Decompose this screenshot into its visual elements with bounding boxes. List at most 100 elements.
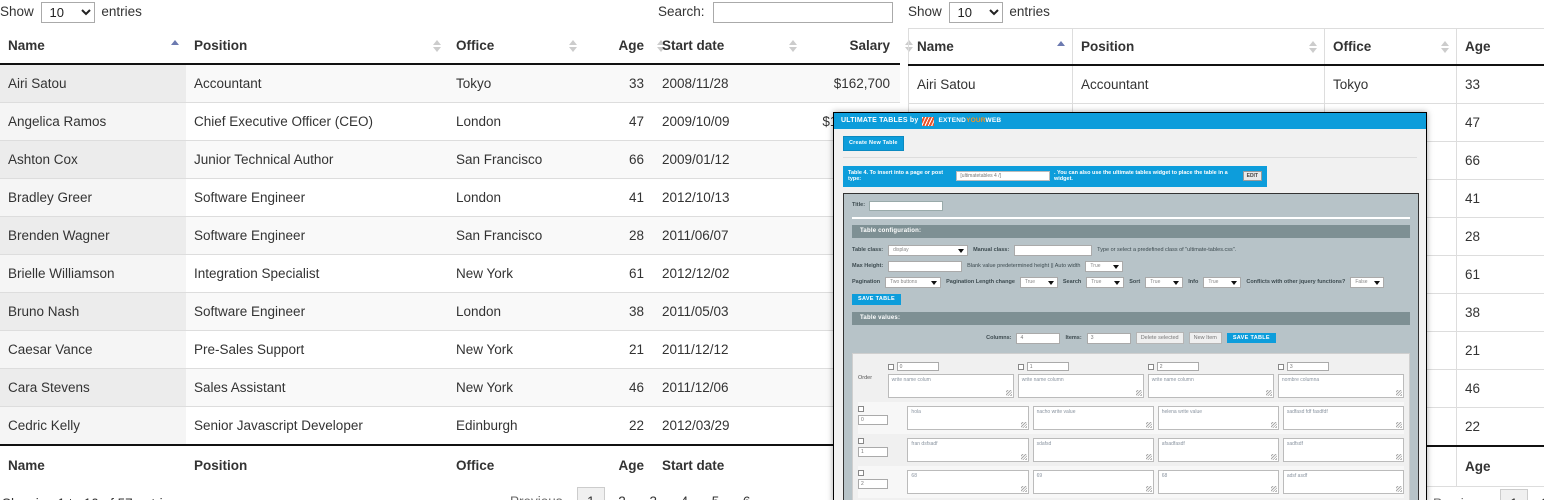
column-index-0[interactable]: 0 <box>896 362 939 372</box>
pagination-page-3[interactable]: 3 <box>639 487 667 500</box>
table-row[interactable]: Brielle Williamson Integration Specialis… <box>0 254 900 293</box>
config-row-class: Table class: display Manual class: Type … <box>852 244 1410 256</box>
cell-office: San Francisco <box>448 140 584 179</box>
row-checkbox-0[interactable] <box>858 406 864 413</box>
column-name-textarea-2[interactable]: write name column <box>1147 374 1274 399</box>
table-row[interactable]: Cara Stevens Sales Assistant New York 46… <box>0 368 900 407</box>
pagination-page-1[interactable]: 1 <box>1500 489 1528 500</box>
value-textarea-2-2[interactable]: 68 <box>1157 470 1279 495</box>
cell-start: 2011/12/12 <box>654 330 804 369</box>
values-data-row: 2 68 69 68 adsf asdf <box>858 466 1404 499</box>
shortcode-input[interactable] <box>956 171 1050 182</box>
row-index-2[interactable]: 2 <box>858 479 888 490</box>
save-table-values-button[interactable]: SAVE TABLE <box>1226 332 1276 344</box>
column-index-3[interactable]: 3 <box>1286 362 1329 372</box>
column-header-name[interactable]: Name <box>908 28 1073 66</box>
manual-class-input[interactable] <box>1014 244 1093 256</box>
value-textarea-0-3[interactable]: sadfasd fdf fasdfdf <box>1282 406 1404 431</box>
value-textarea-0-2[interactable]: helena write value <box>1157 406 1279 431</box>
left-length-select[interactable]: 10 <box>40 2 95 23</box>
save-table-config-button[interactable]: SAVE TABLE <box>852 293 902 305</box>
value-textarea-1-3[interactable]: sadfsdf <box>1282 438 1404 463</box>
create-new-table-button[interactable]: Create New Table <box>843 136 904 151</box>
value-textarea-2-1[interactable]: 69 <box>1032 470 1154 495</box>
cell-position: Pre-Sales Support <box>186 330 448 369</box>
table-row[interactable]: Cedric Kelly Senior Javascript Developer… <box>0 406 900 445</box>
table-row[interactable]: Angelica Ramos Chief Executive Officer (… <box>0 102 900 141</box>
column-header-position[interactable]: Position <box>1072 28 1325 66</box>
value-textarea-2-3[interactable]: adsf asdf <box>1282 470 1404 495</box>
auto-width-select[interactable]: True <box>1085 260 1124 272</box>
divider <box>843 156 1417 158</box>
pagination-previous[interactable]: Previous <box>505 487 574 500</box>
pagination-select[interactable]: Two buttons <box>885 276 942 288</box>
table-row[interactable]: Bruno Nash Software Engineer London 38 2… <box>0 292 900 331</box>
cell-age: 33 <box>1456 64 1544 104</box>
edit-button[interactable]: EDIT <box>1242 171 1262 182</box>
column-header-age[interactable]: Age <box>1456 28 1544 66</box>
search-config-select[interactable]: True <box>1086 276 1125 288</box>
column-name-textarea-1[interactable]: write name column <box>1017 374 1144 399</box>
new-item-button[interactable]: New Item <box>1188 331 1222 345</box>
search-input[interactable] <box>713 2 894 23</box>
table-row[interactable]: Caesar Vance Pre-Sales Support New York … <box>0 330 900 369</box>
pagination-page-1[interactable]: 1 <box>577 487 605 500</box>
column-name-textarea-3[interactable]: nombre columna <box>1277 374 1404 399</box>
column-header-age[interactable]: Age <box>584 28 665 65</box>
column-index-1[interactable]: 1 <box>1026 362 1069 372</box>
cell-position: Software Engineer <box>186 216 448 255</box>
delete-selected-button[interactable]: Delete selected <box>1135 331 1184 345</box>
column-index-2[interactable]: 2 <box>1156 362 1199 372</box>
column-header-start-date[interactable]: Start date <box>654 28 804 65</box>
column-header-name[interactable]: Name <box>0 28 186 65</box>
row-checkbox-1[interactable] <box>858 438 864 445</box>
column-header-label: Position <box>1081 39 1135 54</box>
columns-input[interactable]: 4 <box>1016 332 1061 344</box>
value-textarea-1-1[interactable]: sdafsd <box>1032 438 1154 463</box>
value-textarea-1-0[interactable]: fran dsfsadf <box>907 438 1029 463</box>
conflicts-select[interactable]: False <box>1350 276 1385 288</box>
pagination-page-6[interactable]: 6 <box>733 487 761 500</box>
table-row[interactable]: Brenden Wagner Software Engineer San Fra… <box>0 216 900 255</box>
pagination-page-5[interactable]: 5 <box>702 487 730 500</box>
column-checkbox-2[interactable] <box>1147 363 1154 370</box>
column-checkbox-1[interactable] <box>1017 363 1024 370</box>
row-index-0[interactable]: 0 <box>858 415 888 426</box>
column-header-position[interactable]: Position <box>186 28 448 65</box>
value-textarea-0-0[interactable]: hola <box>907 406 1029 431</box>
info-config-select[interactable]: True <box>1203 276 1242 288</box>
column-header-label: Name <box>917 39 954 54</box>
table-class-select[interactable]: display <box>888 244 969 256</box>
values-header-row: Order 0 write name colum 1 write name co… <box>858 358 1404 402</box>
pagination-previous[interactable]: Previous <box>1428 489 1497 500</box>
pagination-page-2[interactable]: 2 <box>1531 489 1544 500</box>
items-input[interactable]: 3 <box>1086 332 1131 344</box>
table-row[interactable]: Ashton Cox Junior Technical Author San F… <box>0 140 900 179</box>
column-header-office[interactable]: Office <box>1324 28 1457 66</box>
column-checkbox-0[interactable] <box>887 363 894 370</box>
right-length-control: Show 10 entries <box>908 2 1050 23</box>
table-row[interactable]: Airi Satou Accountant Tokyo 33 2008/11/2… <box>0 63 900 103</box>
title-input[interactable] <box>869 200 944 211</box>
value-textarea-0-1[interactable]: nacho write value <box>1032 406 1154 431</box>
column-name-textarea-0[interactable]: write name colum <box>887 374 1014 399</box>
pagination-length-select[interactable]: True <box>1019 276 1058 288</box>
items-label: Items: <box>1065 334 1082 341</box>
table-row[interactable]: Bradley Greer Software Engineer London 4… <box>0 178 900 217</box>
left-table-info: Showing 1 to 10 of 57 entries <box>2 496 177 500</box>
sort-config-select[interactable]: True <box>1145 276 1184 288</box>
left-search-label: Search: <box>658 4 705 20</box>
column-header-office[interactable]: Office <box>448 28 584 65</box>
row-checkbox-2[interactable] <box>858 470 864 477</box>
value-textarea-1-2[interactable]: afsadfasdf <box>1157 438 1279 463</box>
column-header-salary[interactable]: Salary <box>804 28 913 65</box>
shortcode-prefix: Table 4. To insert into a page or post t… <box>848 169 944 183</box>
right-length-select[interactable]: 10 <box>948 2 1003 23</box>
row-index-1[interactable]: 1 <box>858 447 888 458</box>
max-height-input[interactable] <box>888 260 963 272</box>
pagination-page-4[interactable]: 4 <box>671 487 699 500</box>
column-checkbox-3[interactable] <box>1277 363 1284 370</box>
table-row[interactable]: Airi Satou Accountant Tokyo 33 <box>908 64 1544 104</box>
value-textarea-2-0[interactable]: 68 <box>907 470 1029 495</box>
pagination-page-2[interactable]: 2 <box>608 487 636 500</box>
